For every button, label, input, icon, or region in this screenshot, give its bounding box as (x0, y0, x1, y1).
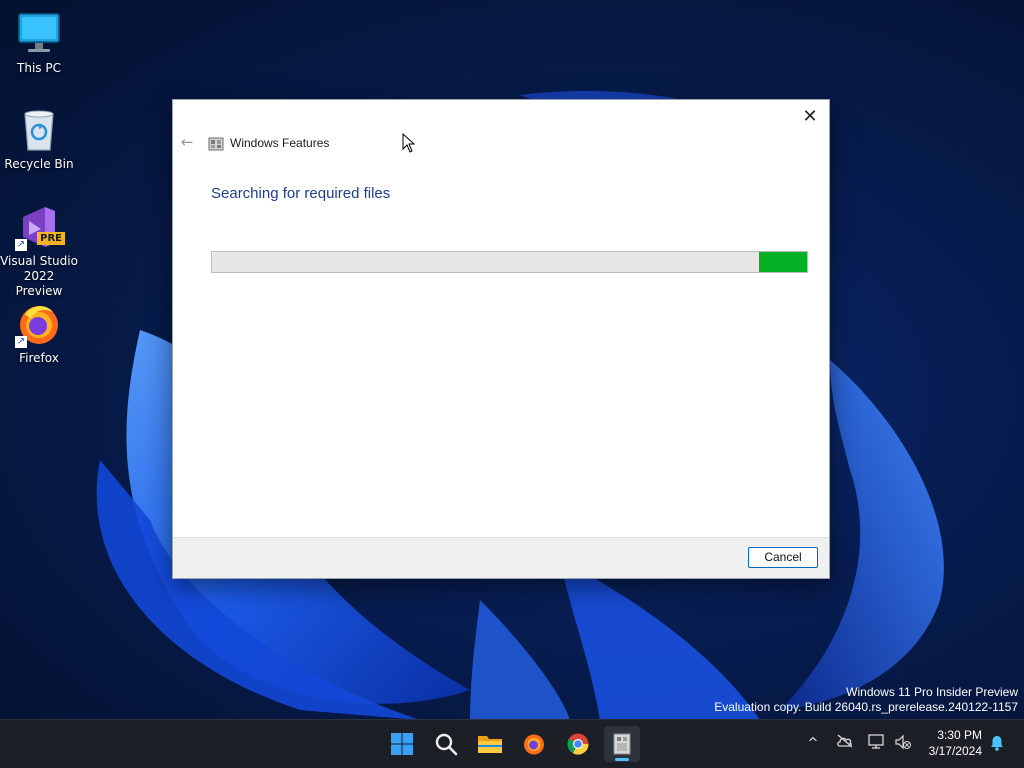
recycle-bin-icon (15, 106, 63, 154)
watermark-line-2: Evaluation copy. Build 26040.rs_prerelea… (714, 700, 1018, 714)
clock-time: 3:30 PM (937, 728, 982, 742)
start-button[interactable] (384, 726, 420, 762)
progress-bar-fill (759, 252, 807, 272)
shortcut-arrow-icon: ↗ (15, 336, 27, 348)
search-icon (435, 733, 458, 756)
shortcut-arrow-icon: ↗ (15, 239, 27, 251)
taskbar-clock[interactable]: 3:30 PM 3/17/2024 (929, 727, 982, 759)
windows-features-icon (613, 733, 631, 755)
windows-start-icon (391, 733, 413, 755)
taskbar: ^ 3:30 PM 3/17/2024 (0, 719, 1024, 768)
show-hidden-icons-chevron-icon[interactable]: ^ (803, 734, 823, 754)
monitor-icon (15, 10, 63, 58)
status-heading: Searching for required files (211, 185, 391, 202)
desktop-icon-firefox[interactable]: ↗ Firefox (0, 300, 78, 366)
windows-features-dialog: ✕ ← Windows Features Searching for requi… (172, 99, 830, 579)
clock-date: 3/17/2024 (928, 744, 982, 758)
desktop-icon-visual-studio[interactable]: PRE ↗ Visual Studio 2022 Preview (0, 203, 78, 299)
firefox-icon: ↗ (15, 300, 63, 348)
windows-features-taskbar-button[interactable] (604, 726, 640, 762)
search-button[interactable] (428, 726, 464, 762)
progress-bar (211, 251, 808, 273)
desktop-icon-label: Visual Studio 2022 Preview (0, 254, 78, 298)
cancel-button[interactable]: Cancel (748, 547, 818, 568)
firefox-taskbar-button[interactable] (516, 726, 552, 762)
file-explorer-button[interactable] (472, 726, 508, 762)
onedrive-offline-icon[interactable] (835, 734, 855, 754)
dialog-footer: Cancel (173, 537, 829, 578)
notification-bell-icon[interactable] (988, 734, 1006, 752)
windows-features-icon (208, 136, 224, 152)
desktop-icon-label: Recycle Bin (4, 157, 74, 171)
chrome-icon (567, 733, 589, 755)
watermark-line-1: Windows 11 Pro Insider Preview (846, 685, 1018, 699)
back-arrow-icon[interactable]: ← (179, 133, 195, 151)
close-button[interactable]: ✕ (797, 104, 823, 130)
chrome-taskbar-button[interactable] (560, 726, 596, 762)
mouse-cursor-icon (402, 133, 416, 153)
evaluation-watermark: Windows 11 Pro Insider Preview Evaluatio… (714, 685, 1018, 715)
volume-muted-icon[interactable] (893, 734, 913, 754)
desktop-icon-recycle-bin[interactable]: Recycle Bin (0, 106, 78, 172)
dialog-title: Windows Features (230, 136, 330, 150)
firefox-icon (524, 734, 544, 755)
active-app-indicator (615, 758, 629, 761)
network-icon[interactable] (867, 734, 887, 754)
preview-badge: PRE (37, 232, 65, 245)
visual-studio-icon: PRE ↗ (15, 203, 65, 251)
file-explorer-icon (478, 736, 502, 753)
desktop-icon-this-pc[interactable]: This PC (0, 10, 78, 76)
desktop-icon-label: Firefox (19, 351, 59, 365)
desktop-icon-label: This PC (17, 61, 61, 75)
